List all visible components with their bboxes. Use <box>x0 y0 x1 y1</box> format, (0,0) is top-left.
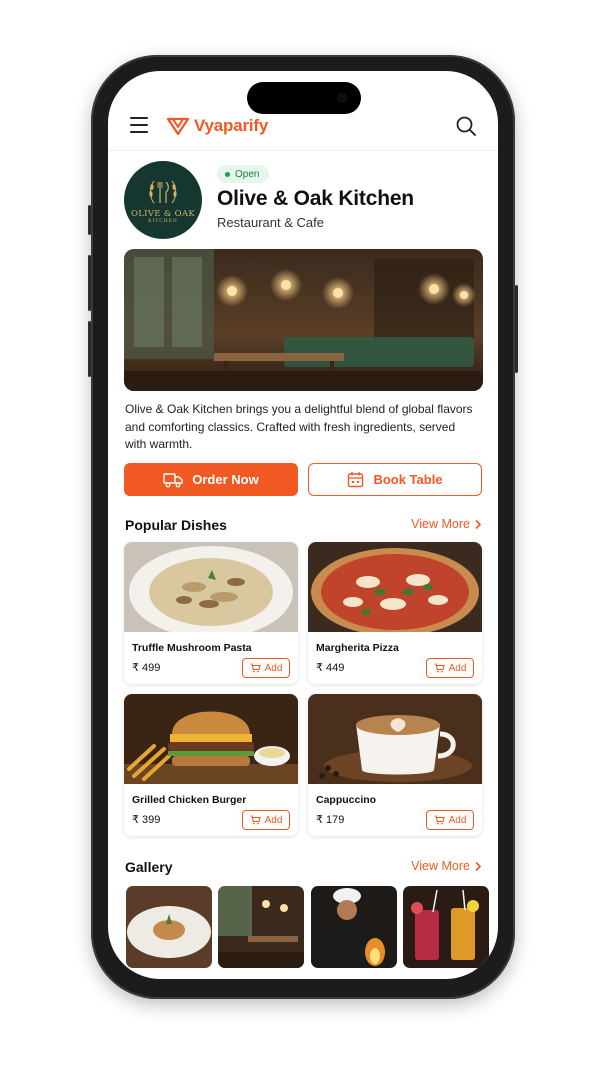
dish-name: Margherita Pizza <box>316 642 399 654</box>
book-table-label: Book Table <box>373 472 443 487</box>
dish-card[interactable]: Truffle Mushroom Pasta ₹ 499 Add <box>124 542 298 684</box>
phone-volume-down-button <box>88 321 91 377</box>
app-screen: Vyaparify OLIVE & OAK KITCHEN Open Olive… <box>108 71 498 979</box>
brand-logo[interactable]: Vyaparify <box>166 113 268 139</box>
dish-name: Truffle Mushroom Pasta <box>132 642 252 654</box>
search-icon[interactable] <box>454 114 478 138</box>
restaurant-hero-image <box>124 249 483 391</box>
burger-image <box>124 694 298 784</box>
add-label: Add <box>264 662 283 674</box>
gallery-heading: Gallery <box>125 859 173 875</box>
order-now-label: Order Now <box>192 472 259 487</box>
cart-icon <box>250 663 261 673</box>
phone-power-button <box>515 285 518 373</box>
cart-icon <box>250 815 261 825</box>
phone-action-button <box>88 205 91 235</box>
cart-icon <box>434 815 445 825</box>
cart-icon <box>434 663 445 673</box>
gallery-image-interior[interactable] <box>218 886 304 968</box>
popular-view-more-label: View More <box>411 517 470 531</box>
fork-knife-wreath-icon <box>149 180 177 203</box>
add-to-cart-button[interactable]: Add <box>426 810 474 830</box>
dish-name: Cappuccino <box>316 794 377 806</box>
status-dot-icon <box>225 171 230 177</box>
dish-price: ₹ 179 <box>316 814 345 826</box>
restaurant-logo: OLIVE & OAK KITCHEN <box>124 161 202 239</box>
dynamic-island <box>247 82 361 114</box>
delivery-truck-icon <box>163 472 183 487</box>
add-label: Add <box>448 662 467 674</box>
dish-price: ₹ 399 <box>132 814 161 826</box>
add-to-cart-button[interactable]: Add <box>242 658 290 678</box>
dish-card[interactable]: Margherita Pizza ₹ 449 Add <box>308 542 482 684</box>
restaurant-description: Olive & Oak Kitchen brings you a delight… <box>125 402 473 451</box>
vyaparify-logo-icon <box>166 117 190 136</box>
gallery-image-plated-dish[interactable] <box>126 886 212 968</box>
phone-volume-up-button <box>88 255 91 311</box>
dish-card[interactable]: Cappuccino ₹ 179 Add <box>308 694 482 836</box>
add-to-cart-button[interactable]: Add <box>426 658 474 678</box>
book-table-button[interactable]: Book Table <box>308 463 482 496</box>
add-label: Add <box>448 814 467 826</box>
logo-text: OLIVE & OAK <box>130 208 196 219</box>
dish-price: ₹ 449 <box>316 662 345 674</box>
restaurant-category: Restaurant & Cafe <box>217 215 324 230</box>
dish-name: Grilled Chicken Burger <box>132 794 247 806</box>
popular-view-more-link[interactable]: View More <box>411 517 482 531</box>
brand-name: Vyaparify <box>194 116 269 135</box>
dish-price: ₹ 499 <box>132 662 161 674</box>
menu-icon[interactable] <box>130 117 148 133</box>
status-badge: Open <box>217 165 270 183</box>
pasta-image <box>124 542 298 632</box>
chevron-right-icon <box>475 861 482 871</box>
gallery-view-more-link[interactable]: View More <box>411 859 482 873</box>
pizza-image <box>308 542 482 632</box>
cappuccino-image <box>308 694 482 784</box>
add-label: Add <box>264 814 283 826</box>
dish-card[interactable]: Grilled Chicken Burger ₹ 399 Add <box>124 694 298 836</box>
add-to-cart-button[interactable]: Add <box>242 810 290 830</box>
calendar-icon <box>348 472 364 488</box>
front-camera <box>337 93 347 103</box>
popular-dishes-heading: Popular Dishes <box>125 517 227 533</box>
gallery-image-drinks[interactable] <box>403 886 489 968</box>
order-now-button[interactable]: Order Now <box>124 463 298 496</box>
gallery-view-more-label: View More <box>411 859 470 873</box>
restaurant-name: Olive & Oak Kitchen <box>217 187 414 210</box>
logo-subtext: KITCHEN <box>148 218 178 224</box>
status-badge-label: Open <box>235 168 260 180</box>
gallery-image-chef[interactable] <box>311 886 397 968</box>
chevron-right-icon <box>475 519 482 529</box>
